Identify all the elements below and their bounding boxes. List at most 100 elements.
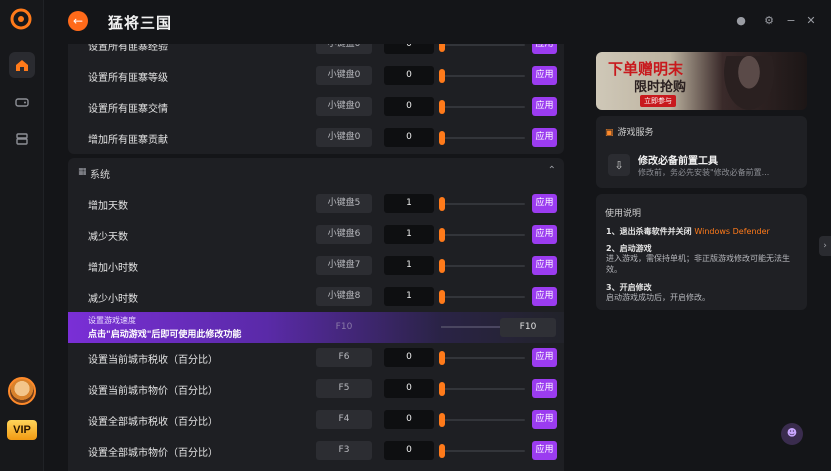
chevron-right-icon[interactable]: › — [819, 236, 831, 256]
apply-button[interactable]: 应用 — [532, 97, 557, 116]
library-nav-button[interactable] — [9, 126, 35, 152]
hotkey-button[interactable]: 小键盘0 — [316, 97, 372, 116]
app-logo-icon[interactable] — [10, 8, 32, 30]
slider-track[interactable] — [441, 357, 525, 359]
download-icon[interactable]: ⇩ — [608, 154, 630, 176]
value-input[interactable]: 0 — [384, 97, 434, 116]
promo-banner[interactable]: 下单赠明末 限时抢购 立即参与 — [596, 52, 807, 110]
hotkey-button[interactable]: 小键盘7 — [316, 256, 372, 275]
card-title: 游戏服务 — [617, 128, 654, 138]
hotkey-button[interactable]: 小键盘0 — [316, 128, 372, 147]
slider-track[interactable] — [441, 296, 525, 298]
slider-handle[interactable] — [439, 259, 445, 273]
banner-cta[interactable]: 立即参与 — [640, 95, 676, 107]
apply-button[interactable]: 应用 — [532, 66, 557, 85]
game-speed-promo[interactable]: 设置游戏速度 点击"启动游戏"后即可使用此修改功能 F10 F10 — [68, 312, 564, 343]
slider-handle[interactable] — [439, 44, 445, 52]
apply-button[interactable]: 应用 — [532, 410, 557, 429]
hotkey-button[interactable]: F4 — [316, 410, 372, 429]
apply-button[interactable]: 应用 — [532, 348, 557, 367]
slider-handle[interactable] — [439, 290, 445, 304]
user-avatar[interactable] — [8, 377, 36, 405]
slider-handle[interactable] — [439, 413, 445, 427]
slider-handle[interactable] — [439, 228, 445, 242]
hotkey-button[interactable]: 小键盘0 — [316, 44, 372, 54]
slider-track[interactable] — [441, 450, 525, 452]
value-input[interactable]: 0 — [384, 348, 434, 367]
chevron-up-icon[interactable]: ⌃ — [548, 165, 556, 176]
value-input[interactable]: 0 — [384, 410, 434, 429]
value-input[interactable]: 0 — [384, 441, 434, 460]
value-input[interactable]: 1 — [384, 287, 434, 306]
hotkey-button[interactable]: F10 — [500, 318, 556, 337]
slider-track[interactable] — [441, 388, 525, 390]
hotkey-button[interactable]: 小键盘0 — [316, 66, 372, 85]
value-input[interactable]: 1 — [384, 194, 434, 213]
slider-handle[interactable] — [439, 444, 445, 458]
apply-button[interactable]: 应用 — [532, 225, 557, 244]
slider-track[interactable] — [441, 234, 525, 236]
list-item: 增加小时数 小键盘7 1 应用 — [68, 251, 564, 282]
hotkey-button[interactable]: 小键盘5 — [316, 194, 372, 213]
apply-button[interactable]: 应用 — [532, 287, 557, 306]
hotkey-button[interactable]: F6 — [316, 348, 372, 367]
slider-handle[interactable] — [439, 100, 445, 114]
tool-title[interactable]: 修改必备前置工具 — [638, 152, 718, 167]
slider-track[interactable] — [441, 137, 525, 139]
cheat-list-panel[interactable]: 设置所有匪寨经验 小键盘0 0 应用 设置所有匪寨等级 小键盘0 0 应用 设置… — [68, 44, 564, 471]
value-input[interactable]: 0 — [384, 44, 434, 54]
value-input[interactable]: 1 — [384, 256, 434, 275]
slider-track[interactable] — [441, 203, 525, 205]
apply-button[interactable]: 应用 — [532, 194, 557, 213]
back-button[interactable]: ← — [68, 11, 88, 31]
value-input[interactable]: 1 — [384, 225, 434, 244]
hotkey-button[interactable]: F3 — [316, 441, 372, 460]
slider-handle[interactable] — [439, 131, 445, 145]
row-label: 增加所有匪寨贡献 — [88, 135, 168, 146]
headset-icon[interactable]: ☻ — [781, 423, 803, 445]
value-input[interactable]: 0 — [384, 379, 434, 398]
value-input[interactable]: 0 — [384, 128, 434, 147]
hotkey-disabled: F10 — [335, 322, 353, 332]
apply-button[interactable]: 应用 — [532, 256, 557, 275]
minimize-icon[interactable]: − — [784, 14, 798, 28]
list-item: 增加所有匪寨贡献 小键盘0 0 应用 — [68, 123, 564, 154]
slider-track[interactable] — [441, 75, 525, 77]
section-header-system[interactable]: ▦ 系统 ⌃ — [68, 158, 564, 186]
hotkey-button[interactable]: F5 — [316, 379, 372, 398]
game-service-card: ▣ 游戏服务 ⇩ 修改必备前置工具 修改前，务必先安装"修改必备前置... — [596, 116, 807, 188]
apply-button[interactable]: 应用 — [532, 44, 557, 54]
slider-track[interactable] — [441, 265, 525, 267]
apply-button[interactable]: 应用 — [532, 379, 557, 398]
row-label: 设置所有匪寨经验 — [88, 44, 168, 53]
windows-defender-link[interactable]: Windows Defender — [694, 227, 769, 236]
row-label: 设置所有匪寨交情 — [88, 104, 168, 115]
value-input[interactable]: 0 — [384, 66, 434, 85]
slider-handle[interactable] — [439, 69, 445, 83]
slider-track[interactable] — [441, 106, 525, 108]
row-label: 设置所有匪寨等级 — [88, 73, 168, 84]
list-item: 增加天数 小键盘5 1 应用 — [68, 189, 564, 220]
settings-icon[interactable]: ⚙ — [762, 14, 776, 28]
vip-badge[interactable]: VIP — [7, 420, 37, 440]
slider-handle[interactable] — [439, 382, 445, 396]
hotkey-button[interactable]: 小键盘8 — [316, 287, 372, 306]
slider-handle[interactable] — [439, 351, 445, 365]
apply-button[interactable]: 应用 — [532, 441, 557, 460]
banner-subheadline: 限时抢购 — [634, 80, 687, 95]
home-nav-button[interactable] — [9, 52, 35, 78]
step-1-title: 1、退出杀毒软件并关闭 — [606, 227, 692, 236]
apply-button[interactable]: 应用 — [532, 128, 557, 147]
home-icon — [16, 60, 28, 71]
list-item: 减少小时数 小键盘8 1 应用 — [68, 282, 564, 313]
slider-handle[interactable] — [439, 197, 445, 211]
instructions-card: 使用说明 1、退出杀毒软件并关闭 Windows Defender 2、启动游戏… — [596, 194, 807, 310]
slider-track[interactable] — [441, 44, 525, 46]
theme-icon[interactable]: ● — [734, 14, 748, 28]
games-nav-button[interactable] — [9, 89, 35, 115]
close-icon[interactable]: ✕ — [804, 14, 818, 28]
list-item: 设置全部城市物价（百分比） F3 0 应用 — [68, 436, 564, 467]
slider-track[interactable] — [441, 419, 525, 421]
hotkey-button[interactable]: 小键盘6 — [316, 225, 372, 244]
tool-description: 修改前，务必先安装"修改必备前置... — [638, 168, 770, 177]
